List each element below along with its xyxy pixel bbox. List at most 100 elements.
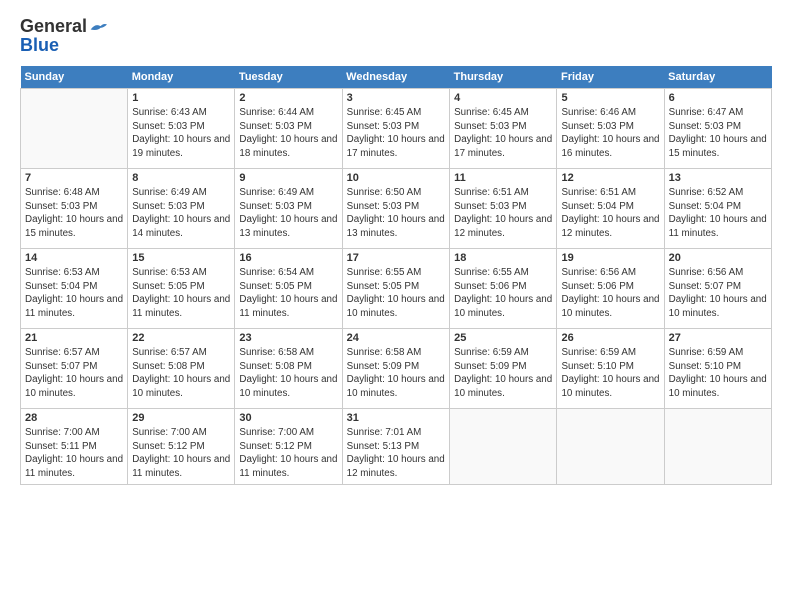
day-number: 15 [132,252,230,264]
day-number: 17 [347,252,445,264]
day-number: 5 [561,92,659,104]
header-cell-tuesday: Tuesday [235,66,342,89]
day-info: Sunrise: 7:00 AMSunset: 5:12 PMDaylight:… [239,426,337,481]
calendar-cell: 28 Sunrise: 7:00 AMSunset: 5:11 PMDayligh… [21,409,128,485]
day-number: 31 [347,412,445,424]
day-info: Sunrise: 6:44 AMSunset: 5:03 PMDaylight:… [239,106,337,161]
calendar-cell: 31Sunrise: 7:01 AMSunset: 5:13 PMDayligh… [342,409,449,485]
week-row-4: 28 Sunrise: 7:00 AMSunset: 5:11 PMDayligh… [21,409,772,485]
header-cell-friday: Friday [557,66,664,89]
calendar-cell: 9Sunrise: 6:49 AMSunset: 5:03 PMDaylight… [235,169,342,249]
calendar-cell: 17 Sunrise: 6:55 AMSunset: 5:05 PMDayligh… [342,249,449,329]
calendar-cell: 24 Sunrise: 6:58 AMSunset: 5:09 PMDayligh… [342,329,449,409]
calendar-cell: 18 Sunrise: 6:55 AMSunset: 5:06 PMDayligh… [450,249,557,329]
day-info: Sunrise: 6:51 AMSunset: 5:04 PMDaylight:… [561,186,659,241]
calendar-cell [664,409,771,485]
calendar-cell: 27Sunrise: 6:59 AMSunset: 5:10 PMDayligh… [664,329,771,409]
page: General Blue SundayMondayTuesdayWednesda… [0,0,792,612]
calendar-cell [557,409,664,485]
day-info: Sunrise: 6:59 AMSunset: 5:10 PMDaylight:… [561,346,659,401]
header-cell-wednesday: Wednesday [342,66,449,89]
day-number: 19 [561,252,659,264]
day-info: Sunrise: 6:58 AMSunset: 5:09 PMDaylight:… [347,346,445,401]
day-number: 14 [25,252,123,264]
calendar-cell: 10 Sunrise: 6:50 AMSunset: 5:03 PMDayligh… [342,169,449,249]
day-info: Sunrise: 6:48 AMSunset: 5:03 PMDaylight:… [25,186,123,241]
calendar-cell: 1Sunrise: 6:43 AMSunset: 5:03 PMDaylight… [128,89,235,169]
header-cell-monday: Monday [128,66,235,89]
calendar-cell: 29 Sunrise: 7:00 AMSunset: 5:12 PMDayligh… [128,409,235,485]
day-info: Sunrise: 6:47 AMSunset: 5:03 PMDaylight:… [669,106,767,161]
day-info: Sunrise: 6:59 AMSunset: 5:09 PMDaylight:… [454,346,552,401]
calendar-cell: 20Sunrise: 6:56 AMSunset: 5:07 PMDayligh… [664,249,771,329]
calendar-cell: 30 Sunrise: 7:00 AMSunset: 5:12 PMDayligh… [235,409,342,485]
calendar-cell: 8 Sunrise: 6:49 AMSunset: 5:03 PMDaylight… [128,169,235,249]
day-number: 18 [454,252,552,264]
day-number: 9 [239,172,337,184]
day-number: 21 [25,332,123,344]
day-info: Sunrise: 6:58 AMSunset: 5:08 PMDaylight:… [239,346,337,401]
calendar-cell: 13 Sunrise: 6:52 AMSunset: 5:04 PMDayligh… [664,169,771,249]
calendar-cell: 5Sunrise: 6:46 AMSunset: 5:03 PMDaylight… [557,89,664,169]
header-cell-saturday: Saturday [664,66,771,89]
day-info: Sunrise: 6:53 AMSunset: 5:04 PMDaylight:… [25,266,123,321]
week-row-2: 14 Sunrise: 6:53 AMSunset: 5:04 PMDayligh… [21,249,772,329]
day-number: 8 [132,172,230,184]
calendar-cell: 14 Sunrise: 6:53 AMSunset: 5:04 PMDayligh… [21,249,128,329]
day-number: 29 [132,412,230,424]
calendar-cell: 19 Sunrise: 6:56 AMSunset: 5:06 PMDayligh… [557,249,664,329]
logo-general: General [20,16,87,37]
calendar-cell: 12 Sunrise: 6:51 AMSunset: 5:04 PMDayligh… [557,169,664,249]
calendar-cell: 16Sunrise: 6:54 AMSunset: 5:05 PMDayligh… [235,249,342,329]
day-number: 13 [669,172,767,184]
logo: General Blue [20,16,107,56]
calendar-cell: 2 Sunrise: 6:44 AMSunset: 5:03 PMDaylight… [235,89,342,169]
day-number: 6 [669,92,767,104]
calendar-cell: 21 Sunrise: 6:57 AMSunset: 5:07 PMDayligh… [21,329,128,409]
week-row-0: 1Sunrise: 6:43 AMSunset: 5:03 PMDaylight… [21,89,772,169]
day-info: Sunrise: 6:57 AMSunset: 5:07 PMDaylight:… [25,346,123,401]
day-number: 16 [239,252,337,264]
day-info: Sunrise: 6:52 AMSunset: 5:04 PMDaylight:… [669,186,767,241]
calendar-cell: 3 Sunrise: 6:45 AMSunset: 5:03 PMDaylight… [342,89,449,169]
calendar-cell [450,409,557,485]
calendar-cell: 4 Sunrise: 6:45 AMSunset: 5:03 PMDaylight… [450,89,557,169]
day-number: 11 [454,172,552,184]
day-number: 7 [25,172,123,184]
day-number: 3 [347,92,445,104]
calendar-cell: 26Sunrise: 6:59 AMSunset: 5:10 PMDayligh… [557,329,664,409]
day-info: Sunrise: 6:51 AMSunset: 5:03 PMDaylight:… [454,186,552,241]
day-info: Sunrise: 6:45 AMSunset: 5:03 PMDaylight:… [347,106,445,161]
calendar-cell: 7 Sunrise: 6:48 AMSunset: 5:03 PMDaylight… [21,169,128,249]
calendar-cell: 6 Sunrise: 6:47 AMSunset: 5:03 PMDaylight… [664,89,771,169]
day-info: Sunrise: 6:45 AMSunset: 5:03 PMDaylight:… [454,106,552,161]
header-cell-sunday: Sunday [21,66,128,89]
calendar-cell: 23 Sunrise: 6:58 AMSunset: 5:08 PMDayligh… [235,329,342,409]
logo-blue: Blue [20,35,59,56]
day-number: 25 [454,332,552,344]
day-number: 4 [454,92,552,104]
day-number: 24 [347,332,445,344]
day-info: Sunrise: 7:00 AMSunset: 5:12 PMDaylight:… [132,426,230,481]
calendar-cell: 25 Sunrise: 6:59 AMSunset: 5:09 PMDayligh… [450,329,557,409]
day-info: Sunrise: 6:49 AMSunset: 5:03 PMDaylight:… [132,186,230,241]
day-info: Sunrise: 6:56 AMSunset: 5:06 PMDaylight:… [561,266,659,321]
day-number: 30 [239,412,337,424]
header-cell-thursday: Thursday [450,66,557,89]
day-info: Sunrise: 6:57 AMSunset: 5:08 PMDaylight:… [132,346,230,401]
day-number: 12 [561,172,659,184]
day-number: 23 [239,332,337,344]
day-info: Sunrise: 6:55 AMSunset: 5:05 PMDaylight:… [347,266,445,321]
day-number: 2 [239,92,337,104]
day-info: Sunrise: 7:00 AMSunset: 5:11 PMDaylight:… [25,426,123,481]
day-info: Sunrise: 6:53 AMSunset: 5:05 PMDaylight:… [132,266,230,321]
day-number: 10 [347,172,445,184]
calendar-cell: 15 Sunrise: 6:53 AMSunset: 5:05 PMDayligh… [128,249,235,329]
day-number: 20 [669,252,767,264]
day-info: Sunrise: 6:55 AMSunset: 5:06 PMDaylight:… [454,266,552,321]
day-info: Sunrise: 6:43 AMSunset: 5:03 PMDaylight:… [132,106,230,161]
day-number: 22 [132,332,230,344]
day-number: 28 [25,412,123,424]
week-row-1: 7 Sunrise: 6:48 AMSunset: 5:03 PMDaylight… [21,169,772,249]
day-info: Sunrise: 6:50 AMSunset: 5:03 PMDaylight:… [347,186,445,241]
